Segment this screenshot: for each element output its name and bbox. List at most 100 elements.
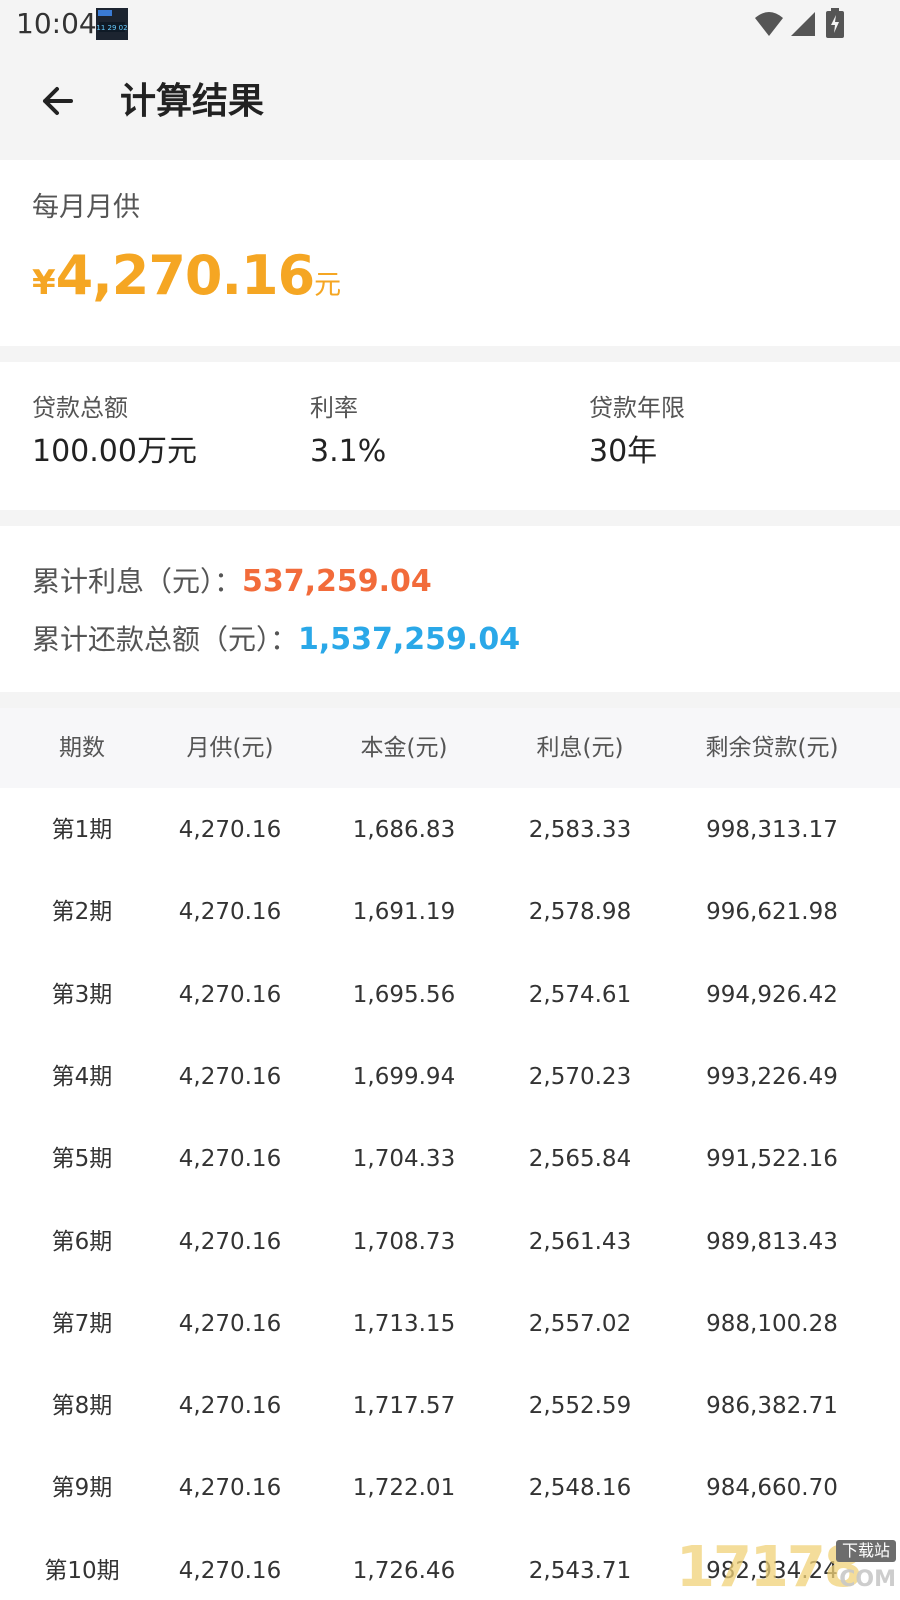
row-principal: 1,713.15 [352, 1310, 456, 1337]
header-monthly-payment: 月供(元) [186, 735, 274, 761]
monthly-payment-card: 每月月供 ¥4,270.16元 [0, 160, 900, 346]
header-interest: 利息(元) [536, 735, 624, 761]
row-interest: 2,548.16 [528, 1475, 632, 1502]
loan-total-label: 贷款总额 [32, 394, 128, 422]
row-interest: 2,557.02 [528, 1310, 632, 1337]
row-principal: 1,722.01 [352, 1475, 456, 1502]
monthly-payment-unit: 元 [314, 270, 342, 301]
row-period: 第9期 [51, 1475, 113, 1502]
table-row: 第8期 4,270.16 1,717.57 2,552.59 986,382.71 [0, 1364, 900, 1448]
row-principal: 1,686.83 [352, 817, 456, 843]
row-period: 第3期 [51, 981, 113, 1008]
battery-charging-icon [826, 8, 844, 38]
row-remaining-loan: 993,226.49 [706, 1063, 838, 1090]
interest-rate-label: 利率 [310, 394, 358, 422]
row-principal: 1,717.57 [352, 1393, 456, 1420]
row-interest: 2,565.84 [528, 1146, 632, 1173]
row-monthly-payment: 4,270.16 [178, 817, 282, 843]
svg-text:11 29 02: 11 29 02 [96, 24, 127, 32]
loan-term-label: 贷款年限 [589, 394, 685, 422]
table-row: 第6期 4,270.16 1,708.73 2,561.43 989,813.43 [0, 1200, 900, 1284]
loan-summary-card: 贷款总额 100.00万元 利率 3.1% 贷款年限 30年 [0, 362, 900, 510]
interest-rate-value: 3.1% [310, 434, 387, 469]
loan-total: 贷款总额 100.00万元 [32, 392, 197, 472]
app-screen: 10:04 11 29 02 计算结果 每月月供 ¥4,270.16元 贷款总额… [0, 0, 900, 1600]
table-row: 第9期 4,270.16 1,722.01 2,548.16 984,660.70 [0, 1446, 900, 1530]
row-interest: 2,552.59 [528, 1393, 632, 1420]
row-remaining-loan: 994,926.42 [706, 981, 838, 1008]
row-period: 第6期 [51, 1228, 113, 1255]
row-monthly-payment: 4,270.16 [178, 1063, 282, 1090]
table-row: 第3期 4,270.16 1,695.56 2,574.61 994,926.42 [0, 953, 900, 1037]
total-interest-value: 537,259.04 [242, 564, 432, 599]
loan-term: 贷款年限 30年 [589, 392, 685, 472]
row-remaining-loan: 996,621.98 [706, 899, 838, 926]
back-button[interactable] [30, 74, 84, 128]
table-row: 第7期 4,270.16 1,713.15 2,557.02 988,100.28 [0, 1282, 900, 1366]
row-interest: 2,570.23 [528, 1063, 632, 1090]
table-row: 第4期 4,270.16 1,699.94 2,570.23 993,226.49 [0, 1035, 900, 1119]
loan-total-value: 100.00万元 [32, 434, 197, 469]
table-row: 第2期 4,270.16 1,691.19 2,578.98 996,621.98 [0, 870, 900, 954]
status-time: 10:04 [16, 7, 97, 40]
total-repayment-value: 1,537,259.04 [298, 622, 521, 657]
row-remaining-loan: 984,660.70 [706, 1475, 838, 1502]
row-monthly-payment: 4,270.16 [178, 1475, 282, 1502]
watermark-suffix: COM [839, 1567, 896, 1592]
row-remaining-loan: 986,382.71 [706, 1393, 838, 1420]
row-period: 第5期 [51, 1146, 113, 1173]
row-monthly-payment: 4,270.16 [178, 1146, 282, 1173]
currency-symbol: ¥ [32, 263, 56, 303]
row-principal: 1,699.94 [352, 1063, 456, 1090]
row-interest: 2,578.98 [528, 899, 632, 926]
row-principal: 1,704.33 [352, 1146, 456, 1173]
table-row: 第1期 4,270.16 1,686.83 2,583.33 998,313.17 [0, 788, 900, 872]
wifi-icon [755, 12, 783, 36]
row-period: 第4期 [51, 1063, 113, 1090]
totals-card: 累计利息（元）：537,259.04 累计还款总额（元）：1,537,259.0… [0, 526, 900, 692]
header-period: 期数 [59, 735, 105, 761]
row-remaining-loan: 998,313.17 [706, 817, 838, 843]
row-monthly-payment: 4,270.16 [178, 981, 282, 1008]
arrow-left-icon [43, 87, 73, 115]
status-bar: 10:04 11 29 02 [0, 0, 900, 48]
row-monthly-payment: 4,270.16 [178, 1393, 282, 1420]
row-remaining-loan: 988,100.28 [706, 1310, 838, 1337]
total-repayment-row: 累计还款总额（元）：1,537,259.04 [32, 620, 520, 664]
watermark-number: 17178 [676, 1535, 863, 1600]
site-watermark-logo: 17178 下载站 COM [676, 1536, 900, 1600]
row-principal: 1,708.73 [352, 1228, 456, 1255]
signal-icon [791, 12, 815, 36]
row-remaining-loan: 989,813.43 [706, 1228, 838, 1255]
row-period: 第10期 [44, 1557, 120, 1584]
row-interest: 2,543.71 [528, 1557, 632, 1584]
interest-rate: 利率 3.1% [310, 392, 386, 472]
monthly-payment-amount: ¥4,270.16元 [32, 244, 341, 307]
monthly-payment-value: 4,270.16 [55, 244, 315, 307]
watermark-badge: 下载站 [835, 1540, 896, 1562]
row-interest: 2,583.33 [528, 817, 632, 843]
row-interest: 2,574.61 [528, 981, 632, 1008]
total-interest-label: 累计利息（元）： [32, 565, 243, 598]
row-interest: 2,561.43 [528, 1228, 632, 1255]
row-remaining-loan: 991,522.16 [706, 1146, 838, 1173]
table-row: 第5期 4,270.16 1,704.33 2,565.84 991,522.16 [0, 1117, 900, 1201]
row-principal: 1,691.19 [352, 899, 456, 926]
table-header: 期数 月供(元) 本金(元) 利息(元) 剩余贷款(元) [0, 708, 900, 788]
repayment-schedule-table[interactable]: 期数 月供(元) 本金(元) 利息(元) 剩余贷款(元) 第1期 4,270.16… [0, 708, 900, 1600]
row-principal: 1,726.46 [352, 1557, 456, 1584]
total-interest-row: 累计利息（元）：537,259.04 [32, 562, 432, 606]
row-period: 第8期 [51, 1393, 113, 1420]
header-principal: 本金(元) [360, 735, 448, 761]
total-repayment-label: 累计还款总额（元）： [32, 623, 299, 656]
loan-term-value: 30年 [589, 434, 658, 469]
row-monthly-payment: 4,270.16 [178, 899, 282, 926]
row-monthly-payment: 4,270.16 [178, 1557, 282, 1584]
header-remaining-loan: 剩余贷款(元) [705, 735, 839, 761]
row-monthly-payment: 4,270.16 [178, 1310, 282, 1337]
row-principal: 1,695.56 [352, 981, 456, 1008]
page-title: 计算结果 [120, 81, 265, 122]
monthly-payment-label: 每月月供 [32, 192, 140, 223]
row-period: 第1期 [51, 817, 113, 843]
row-period: 第7期 [51, 1310, 113, 1337]
